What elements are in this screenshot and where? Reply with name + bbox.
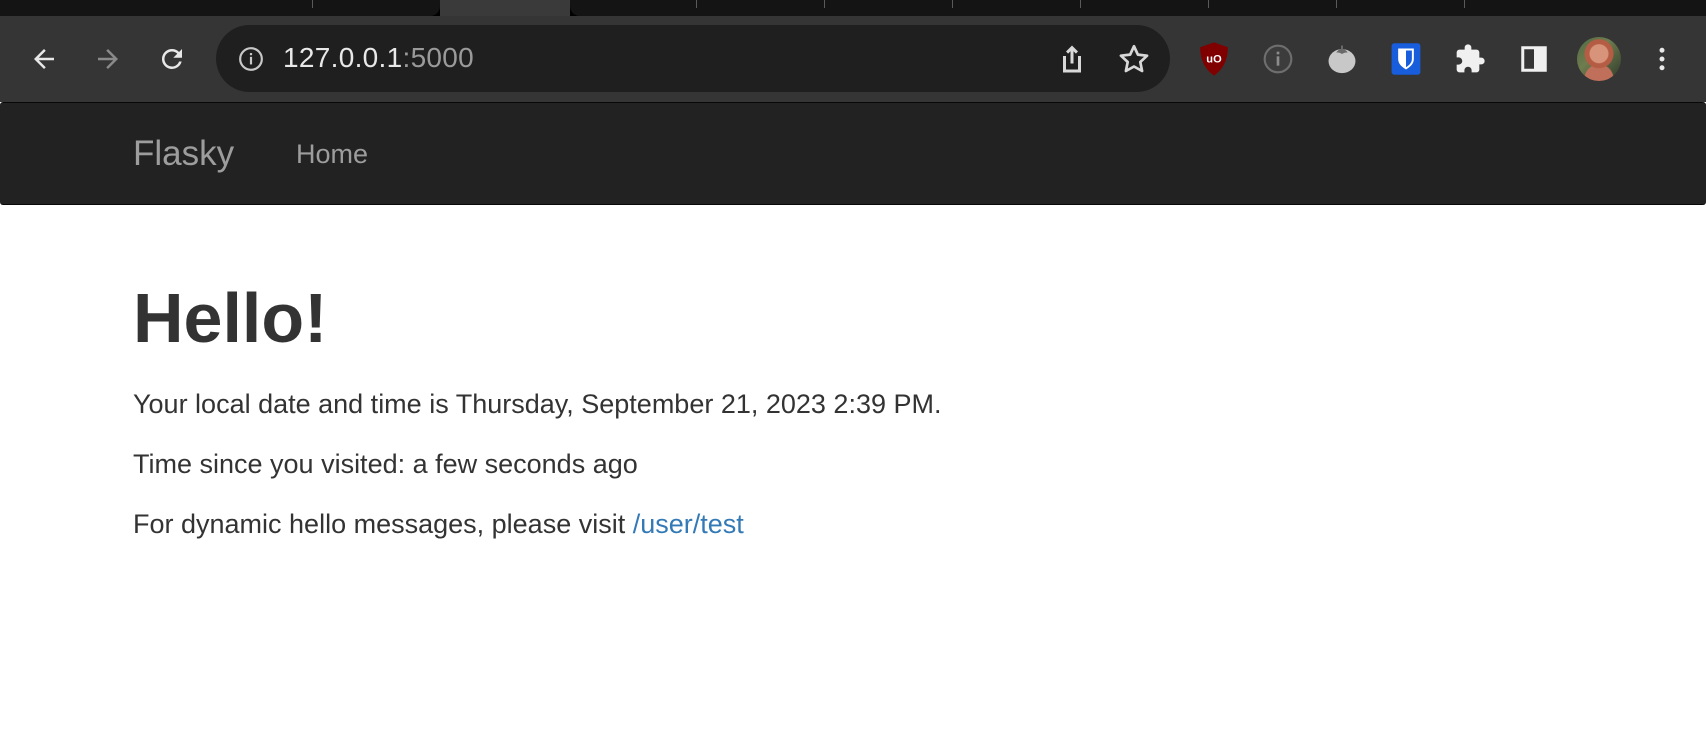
url-host: 127.0.0.1: [283, 42, 403, 73]
tab-separator: [824, 0, 825, 8]
tomato-timer-icon[interactable]: [1322, 39, 1362, 79]
tab-separator: [952, 0, 953, 8]
address-bar[interactable]: 127.0.0.1:5000: [216, 25, 1170, 92]
url-text[interactable]: 127.0.0.1:5000: [283, 42, 474, 74]
local-time-text: Your local date and time is Thursday, Se…: [133, 389, 942, 419]
ublock-origin-icon[interactable]: uO: [1194, 39, 1234, 79]
tab-separator: [1080, 0, 1081, 8]
menu-button[interactable]: [1640, 37, 1684, 81]
share-icon[interactable]: [1054, 41, 1090, 77]
time-since-text: Time since you visited: a few seconds ag…: [133, 449, 638, 479]
tab-separator: [1208, 0, 1209, 8]
reload-button[interactable]: [150, 37, 194, 81]
tab-separator: [312, 0, 313, 8]
nav-home-link[interactable]: Home: [296, 139, 368, 170]
navbar-brand[interactable]: Flasky: [133, 134, 234, 174]
side-panel-icon[interactable]: [1514, 39, 1554, 79]
page-heading: Hello!: [133, 279, 328, 357]
bitwarden-icon[interactable]: [1386, 39, 1426, 79]
tab-separator: [696, 0, 697, 8]
tab-separator: [1336, 0, 1337, 8]
reload-icon: [161, 48, 182, 69]
svg-text:uO: uO: [1206, 53, 1222, 65]
puzzle-extensions-icon[interactable]: [1450, 39, 1490, 79]
url-port: :5000: [402, 42, 475, 73]
forward-arrow-icon: [98, 49, 118, 69]
browser-toolbar: 127.0.0.1:5000 uO: [0, 16, 1706, 102]
star-icon[interactable]: [1116, 41, 1152, 77]
tab-separator: [1464, 0, 1465, 8]
dynamic-hello-prefix: For dynamic hello messages, please visit: [133, 509, 633, 539]
page-content: Hello! Your local date and time is Thurs…: [133, 279, 1533, 540]
inactive-tabs-left[interactable]: [0, 0, 440, 16]
info-icon[interactable]: [238, 46, 264, 72]
profile-avatar[interactable]: [1577, 37, 1621, 81]
tab-strip: [0, 0, 1706, 16]
kebab-menu-icon: [1659, 47, 1665, 71]
back-button[interactable]: [22, 37, 66, 81]
inactive-tabs-right[interactable]: [570, 0, 1706, 16]
forward-button[interactable]: [86, 37, 130, 81]
active-tab[interactable]: [440, 0, 570, 16]
dynamic-hello-text: For dynamic hello messages, please visit…: [133, 508, 744, 540]
user-test-link[interactable]: /user/test: [633, 509, 744, 539]
back-arrow-icon: [34, 49, 54, 69]
info-circle-extension-icon[interactable]: [1258, 39, 1298, 79]
site-navbar: Flasky Home: [0, 102, 1706, 205]
